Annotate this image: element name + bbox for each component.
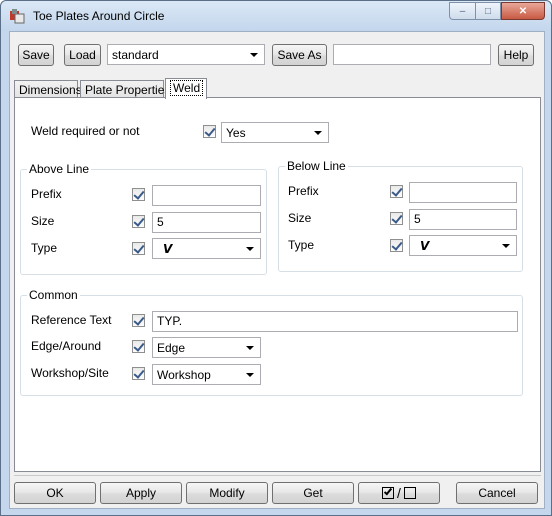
chevron-down-icon [246, 373, 254, 377]
below-type-select[interactable]: V [409, 235, 517, 256]
above-type-checkbox[interactable] [132, 242, 145, 255]
above-prefix-input[interactable] [152, 185, 261, 206]
weld-v-symbol-icon: V [163, 242, 173, 256]
below-type-label: Type [288, 238, 315, 252]
preset-value: standard [112, 48, 159, 62]
below-type-checkbox[interactable] [390, 239, 403, 252]
tab-plate-properties[interactable]: Plate Properties [80, 80, 170, 98]
cancel-button[interactable]: Cancel [456, 482, 538, 504]
tab-dimensions[interactable]: Dimensions [14, 80, 82, 98]
minimize-button[interactable]: – [449, 2, 475, 20]
below-line-title: Below Line [285, 159, 348, 173]
window-title: Toe Plates Around Circle [33, 9, 165, 23]
footer-separator [14, 475, 541, 476]
workshop-site-value: Workshop [157, 368, 211, 382]
load-button[interactable]: Load [64, 44, 101, 66]
apply-button[interactable]: Apply [100, 482, 182, 504]
below-size-checkbox[interactable] [390, 212, 403, 225]
above-size-input[interactable]: 5 [152, 212, 261, 233]
below-prefix-input[interactable] [409, 182, 517, 203]
weld-required-value: Yes [226, 126, 246, 140]
edge-around-value: Edge [157, 341, 186, 355]
above-type-select[interactable]: V [152, 238, 261, 259]
weld-required-checkbox[interactable] [203, 125, 216, 138]
above-line-group: Above Line Prefix Size 5 Type V [20, 162, 267, 275]
save-as-input[interactable] [333, 44, 491, 65]
weld-v-symbol-icon: V [420, 239, 430, 253]
chevron-down-icon [246, 346, 254, 350]
toggle-separator: / [397, 485, 401, 501]
app-icon [10, 9, 25, 24]
above-line-title: Above Line [27, 162, 92, 176]
dialog-client: Save Load standard Save As Help Dimensio… [9, 31, 545, 509]
chevron-down-icon [250, 53, 258, 57]
below-prefix-label: Prefix [288, 184, 319, 198]
edge-around-label: Edge/Around [31, 339, 102, 353]
close-button[interactable]: ✕ [501, 2, 545, 20]
edge-around-checkbox[interactable] [132, 340, 145, 353]
checked-box-icon [382, 486, 395, 499]
weld-required-label: Weld required or not [31, 124, 140, 138]
weld-required-select[interactable]: Yes [221, 122, 329, 143]
above-size-label: Size [31, 214, 55, 228]
edge-around-select[interactable]: Edge [152, 337, 261, 358]
ok-button[interactable]: OK [14, 482, 96, 504]
weld-tab-page: Weld required or not Yes Above Line Pref… [14, 97, 541, 472]
workshop-site-checkbox[interactable] [132, 367, 145, 380]
above-size-checkbox[interactable] [132, 215, 145, 228]
toggle-checkboxes-button[interactable]: / [358, 482, 440, 504]
save-as-button[interactable]: Save As [272, 44, 327, 66]
above-type-label: Type [31, 241, 58, 255]
modify-button[interactable]: Modify [186, 482, 268, 504]
above-prefix-label: Prefix [31, 187, 62, 201]
reference-text-label: Reference Text [31, 313, 112, 327]
below-line-group: Below Line Prefix Size 5 Type V [278, 159, 523, 272]
help-button[interactable]: Help [498, 44, 534, 66]
tab-plate-properties-label: Plate Properties [85, 83, 171, 97]
dialog-window: Toe Plates Around Circle – □ ✕ Save Load… [0, 0, 552, 516]
workshop-site-label: Workshop/Site [31, 366, 109, 380]
workshop-site-select[interactable]: Workshop [152, 364, 261, 385]
save-button[interactable]: Save [18, 44, 54, 66]
tab-dimensions-label: Dimensions [19, 83, 82, 97]
get-button[interactable]: Get [272, 482, 354, 504]
below-size-input[interactable]: 5 [409, 209, 517, 230]
chevron-down-icon [502, 244, 510, 248]
maximize-button[interactable]: □ [475, 2, 501, 20]
title-bar: Toe Plates Around Circle – □ ✕ [1, 1, 551, 31]
reference-text-checkbox[interactable] [132, 314, 145, 327]
above-prefix-checkbox[interactable] [132, 188, 145, 201]
tab-weld-label: Weld [170, 80, 204, 96]
preset-select[interactable]: standard [107, 44, 265, 65]
common-title: Common [27, 288, 80, 302]
unchecked-box-icon [403, 487, 416, 499]
chevron-down-icon [246, 247, 254, 251]
tab-weld[interactable]: Weld [165, 78, 207, 99]
reference-text-input[interactable]: TYP. [152, 311, 518, 332]
chevron-down-icon [314, 131, 322, 135]
common-group: Common Reference Text TYP. Edge/Around E… [20, 288, 523, 396]
below-prefix-checkbox[interactable] [390, 185, 403, 198]
below-size-label: Size [288, 211, 312, 225]
